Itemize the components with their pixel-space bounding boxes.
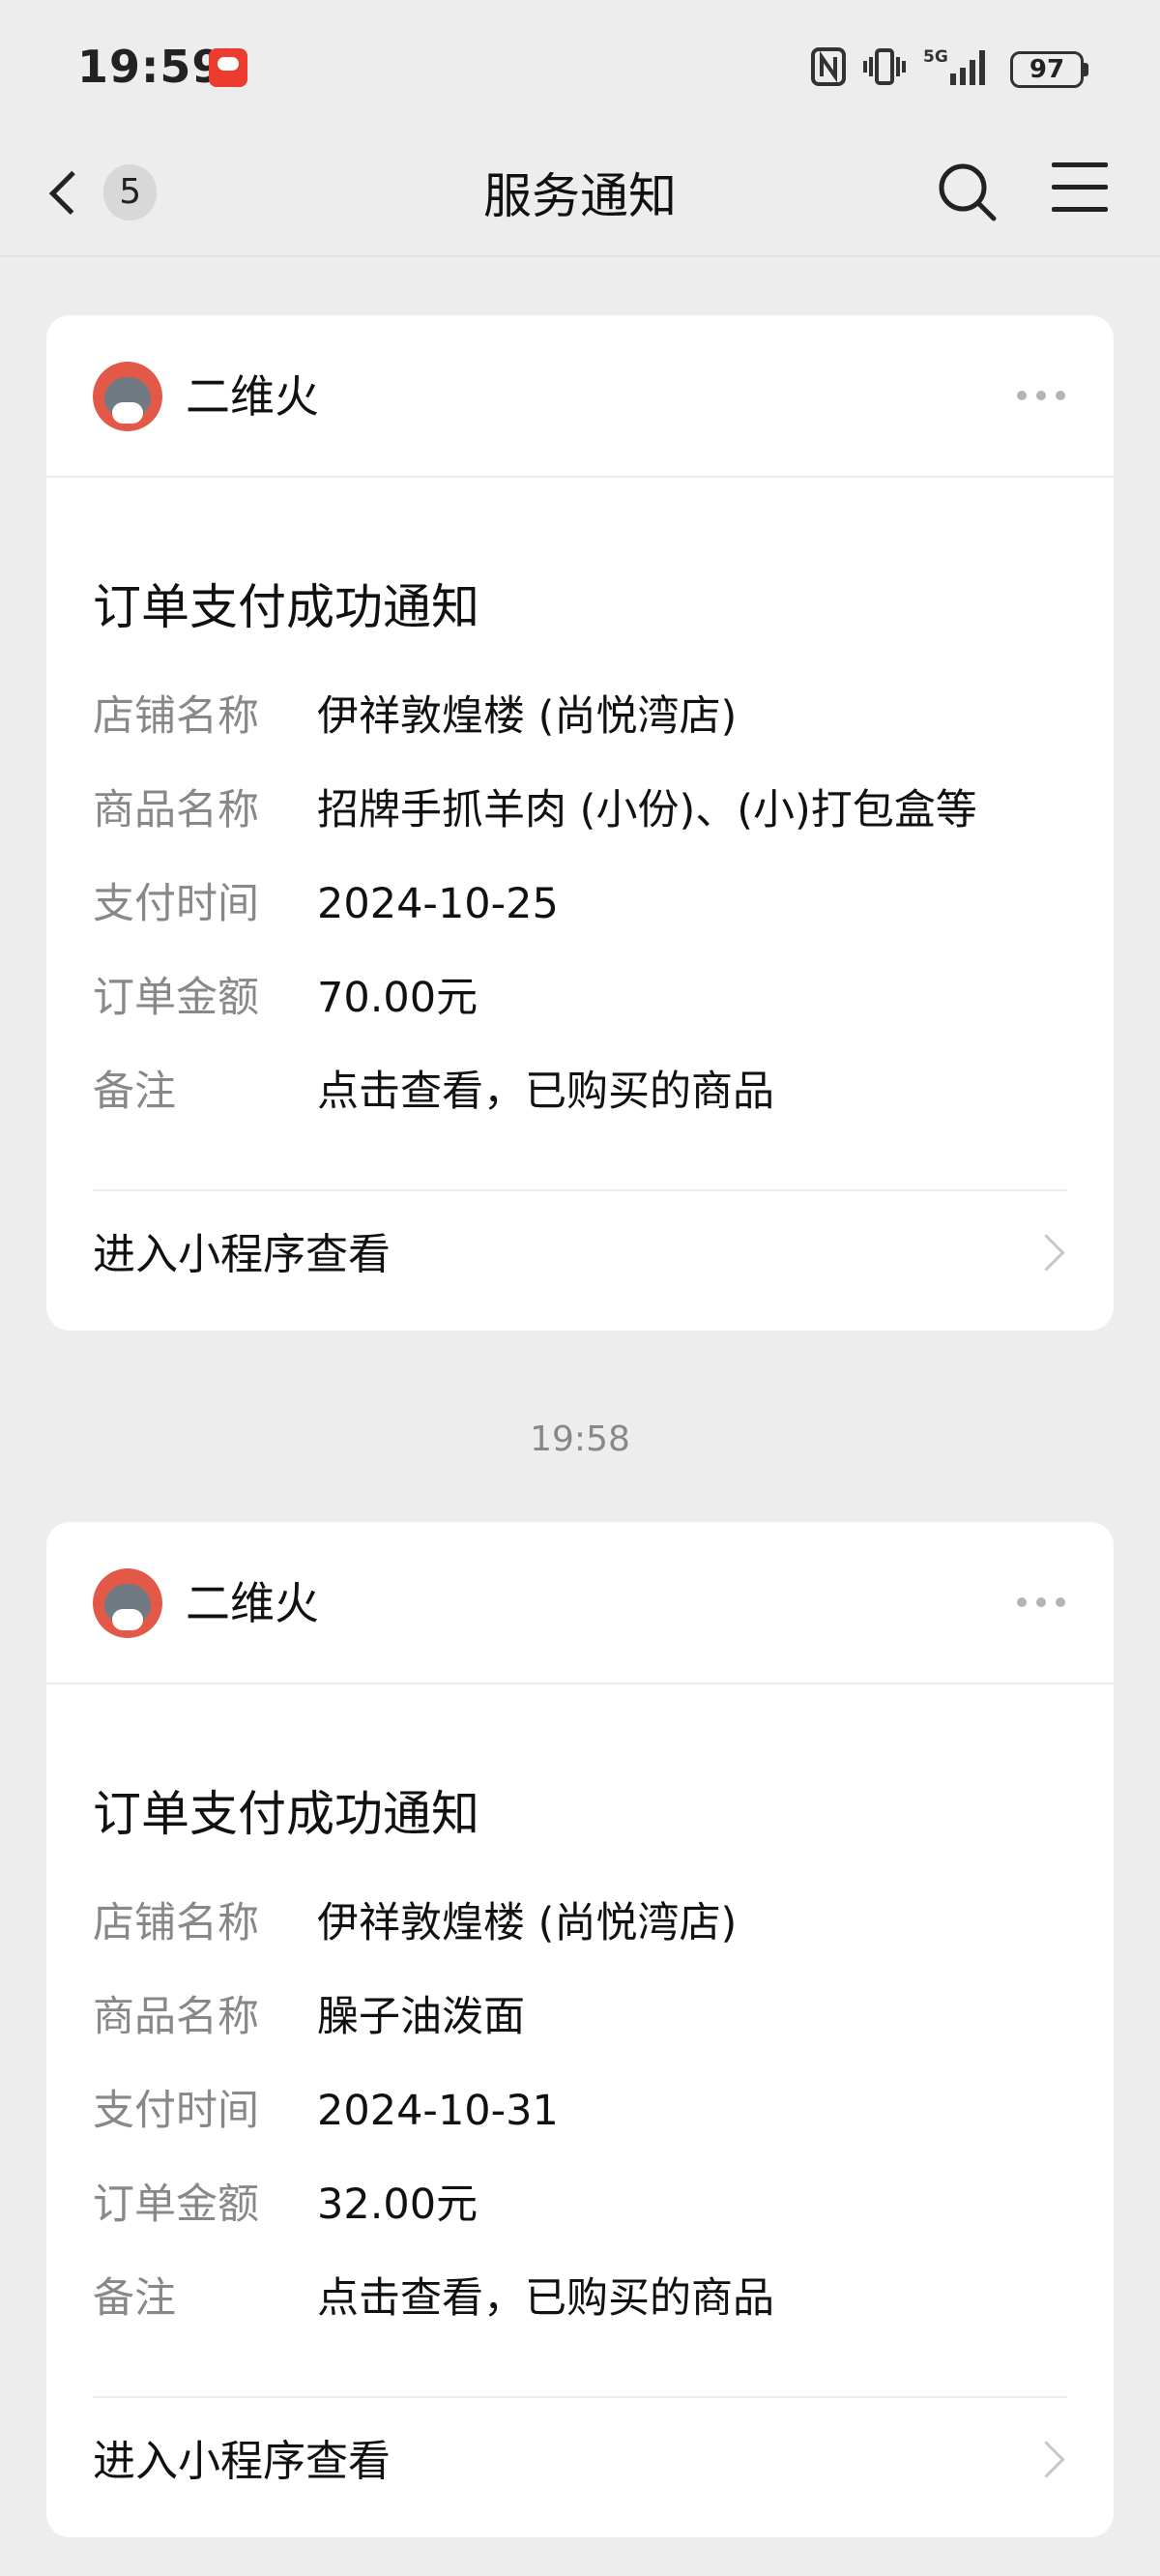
status-icons: 5G 97 xyxy=(811,46,1088,93)
notification-app-icon xyxy=(209,48,247,87)
open-mini-program-link[interactable]: 进入小程序查看 xyxy=(93,2396,1067,2526)
detail-label: 订单金额 xyxy=(93,974,259,1022)
detail-value: 招牌手抓羊肉 (小份)、(小)打包盒等 xyxy=(317,786,977,834)
detail-value: 伊祥敦煌楼 (尚悦湾店) xyxy=(317,1899,738,1947)
battery-icon: 97 xyxy=(1010,51,1088,88)
brand-avatar[interactable] xyxy=(93,362,162,431)
menu-icon[interactable] xyxy=(1052,162,1108,222)
detail-value: 2024-10-31 xyxy=(317,2087,559,2135)
detail-label: 备注 xyxy=(93,1068,176,1116)
detail-label: 支付时间 xyxy=(93,880,259,928)
nfc-icon xyxy=(811,47,846,92)
detail-label: 支付时间 xyxy=(93,2087,259,2135)
detail-label: 店铺名称 xyxy=(93,692,259,741)
detail-label: 订单金额 xyxy=(93,2181,259,2229)
nav-bar: 服务通知 5 xyxy=(0,135,1160,257)
notification-card[interactable]: 二维火 订单支付成功通知 店铺名称 伊祥敦煌楼 (尚悦湾店) 商品名称 招牌手抓… xyxy=(46,315,1114,1331)
detail-value: 32.00元 xyxy=(317,2181,478,2229)
detail-row-note: 备注 点击查看，已购买的商品 xyxy=(93,1064,1059,1157)
detail-row-time: 支付时间 2024-10-31 xyxy=(93,2083,1059,2177)
open-mini-program-label: 进入小程序查看 xyxy=(93,2437,391,2486)
battery-level: 97 xyxy=(1010,51,1084,88)
unread-count-badge: 5 xyxy=(103,164,157,220)
detail-value: 伊祥敦煌楼 (尚悦湾店) xyxy=(317,692,738,741)
detail-row-store: 店铺名称 伊祥敦煌楼 (尚悦湾店) xyxy=(93,688,1059,782)
open-mini-program-label: 进入小程序查看 xyxy=(93,1230,391,1279)
detail-row-product: 商品名称 招牌手抓羊肉 (小份)、(小)打包盒等 xyxy=(93,782,1059,876)
detail-row-amount: 订单金额 70.00元 xyxy=(93,970,1059,1064)
card-header: 二维火 xyxy=(46,315,1114,478)
network-type-label: 5G xyxy=(923,47,948,67)
more-options-icon[interactable] xyxy=(1017,1597,1065,1607)
detail-value: 点击查看，已购买的商品 xyxy=(317,2274,774,2323)
detail-label: 备注 xyxy=(93,2274,176,2323)
detail-row-product: 商品名称 臊子油泼面 xyxy=(93,1989,1059,2083)
status-bar: 19:59 5G 97 xyxy=(0,0,1160,135)
search-icon[interactable] xyxy=(934,159,1001,226)
detail-value: 2024-10-25 xyxy=(317,880,559,928)
detail-label: 商品名称 xyxy=(93,1993,259,2041)
chevron-right-icon xyxy=(1028,2441,1065,2478)
brand-name: 二维火 xyxy=(186,370,319,423)
detail-row-store: 店铺名称 伊祥敦煌楼 (尚悦湾店) xyxy=(93,1895,1059,1989)
detail-row-time: 支付时间 2024-10-25 xyxy=(93,876,1059,970)
detail-value: 点击查看，已购买的商品 xyxy=(317,1068,774,1116)
detail-list: 店铺名称 伊祥敦煌楼 (尚悦湾店) 商品名称 臊子油泼面 支付时间 2024-1… xyxy=(93,1895,1059,2364)
brand-avatar[interactable] xyxy=(93,1568,162,1638)
card-title: 订单支付成功通知 xyxy=(93,1786,479,1842)
signal-5g-icon: 5G xyxy=(923,46,993,93)
detail-value: 70.00元 xyxy=(317,974,478,1022)
more-options-icon[interactable] xyxy=(1017,391,1065,400)
detail-list: 店铺名称 伊祥敦煌楼 (尚悦湾店) 商品名称 招牌手抓羊肉 (小份)、(小)打包… xyxy=(93,688,1059,1157)
brand-name: 二维火 xyxy=(186,1577,319,1629)
detail-label: 商品名称 xyxy=(93,786,259,834)
notification-card[interactable]: 二维火 订单支付成功通知 店铺名称 伊祥敦煌楼 (尚悦湾店) 商品名称 臊子油泼… xyxy=(46,1522,1114,2537)
chevron-right-icon xyxy=(1028,1234,1065,1272)
vibrate-icon xyxy=(863,47,906,92)
detail-value: 臊子油泼面 xyxy=(317,1993,525,2041)
message-timestamp: 19:58 xyxy=(530,1420,630,1459)
detail-row-note: 备注 点击查看，已购买的商品 xyxy=(93,2270,1059,2364)
back-button[interactable]: 5 xyxy=(43,159,157,226)
back-chevron-icon xyxy=(48,170,94,215)
status-time: 19:59 xyxy=(77,41,224,93)
card-header: 二维火 xyxy=(46,1522,1114,1684)
open-mini-program-link[interactable]: 进入小程序查看 xyxy=(93,1189,1067,1319)
detail-row-amount: 订单金额 32.00元 xyxy=(93,2177,1059,2270)
detail-label: 店铺名称 xyxy=(93,1899,259,1947)
card-title: 订单支付成功通知 xyxy=(93,579,479,635)
